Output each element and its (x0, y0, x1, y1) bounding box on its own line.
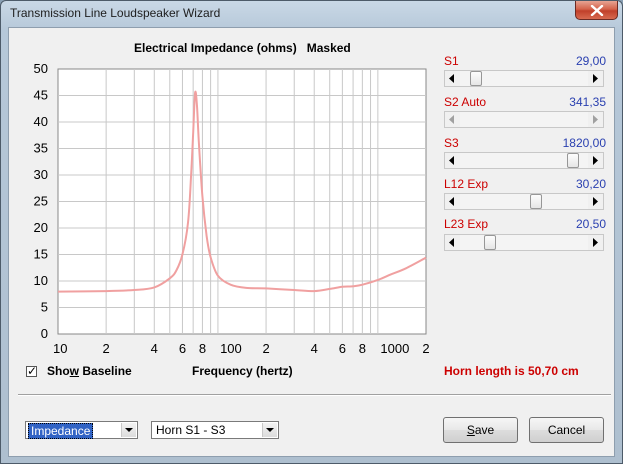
scroll-right-button[interactable] (588, 112, 603, 127)
cancel-button[interactable]: Cancel (529, 417, 604, 443)
scroll-left-button[interactable] (445, 71, 460, 86)
window-title: Transmission Line Loudspeaker Wizard (10, 6, 221, 20)
scroll-right-button[interactable] (588, 153, 603, 168)
arrow-right-icon (593, 74, 598, 83)
dialog-client-area: Electrical Impedance (ohms) Masked 0 5 10 1… (8, 27, 615, 457)
slider-s3[interactable] (444, 152, 604, 169)
title-bar[interactable]: Transmission Line Loudspeaker Wizard (1, 1, 622, 27)
slider-s2[interactable] (444, 111, 604, 128)
horn-select[interactable]: Horn S1 - S3 (151, 421, 279, 439)
param-label-l23: L23 Exp (444, 217, 489, 231)
show-baseline-label[interactable]: Show Baseline (47, 364, 132, 378)
view-select[interactable]: Impedance (25, 421, 138, 439)
x-tick-label: 100 (220, 341, 242, 356)
y-tick-label: 25 (34, 194, 48, 209)
slider-track[interactable] (460, 194, 588, 209)
y-tick-label: 40 (34, 114, 48, 129)
x-tick-label: 4 (311, 341, 318, 356)
x-tick-label: 1000 (380, 341, 409, 356)
slider-track[interactable] (460, 112, 588, 127)
separator-line (18, 394, 611, 396)
dropdown-button[interactable] (262, 423, 277, 437)
arrow-left-icon (449, 115, 454, 124)
impedance-chart: 0510152025303540455010 2 4 6 8 100 2 4 6 8 1000 2 (34, 61, 430, 356)
x-tick-label: 6 (179, 341, 186, 356)
x-tick-label: 8 (359, 341, 366, 356)
x-axis-label: Frequency (hertz) (192, 364, 293, 378)
param-value-s3: 1820,00 (562, 136, 606, 150)
close-button[interactable] (575, 1, 618, 20)
param-value-s1: 29,00 (575, 54, 606, 68)
horn-length-text: Horn length is 50,70 cm (444, 364, 579, 378)
y-tick-label: 30 (34, 167, 48, 182)
param-value-s2: 341,35 (569, 95, 606, 109)
arrow-right-icon (593, 115, 598, 124)
wizard-window: Transmission Line Loudspeaker Wizard Ele… (0, 0, 623, 464)
save-button[interactable]: Save (443, 417, 518, 443)
y-tick-label: 20 (34, 220, 48, 235)
slider-l12[interactable] (444, 193, 604, 210)
slider-l23[interactable] (444, 234, 604, 251)
x-tick-label: 6 (339, 341, 346, 356)
param-label-s2: S2 Auto (444, 95, 487, 109)
arrow-right-icon (593, 197, 598, 206)
x-tick-label: 2 (422, 341, 429, 356)
slider-thumb[interactable] (484, 235, 497, 250)
arrow-left-icon (449, 74, 454, 83)
checkmark-icon: ✓ (27, 364, 38, 378)
x-tick-label: 10 (53, 341, 67, 356)
scroll-right-button[interactable] (588, 71, 603, 86)
dropdown-button[interactable] (121, 423, 136, 437)
y-tick-label: 15 (34, 247, 48, 262)
param-value-l23: 20,50 (575, 217, 606, 231)
slider-thumb[interactable] (470, 71, 483, 86)
arrow-right-icon (593, 238, 598, 247)
slider-track[interactable] (460, 153, 588, 168)
chevron-down-icon (266, 428, 274, 432)
y-tick-label: 45 (34, 88, 48, 103)
arrow-left-icon (449, 197, 454, 206)
scroll-left-button[interactable] (445, 112, 460, 127)
arrow-left-icon (449, 156, 454, 165)
param-label-s1: S1 (444, 54, 459, 68)
show-baseline-checkbox[interactable]: ✓ (26, 364, 38, 378)
arrow-left-icon (449, 238, 454, 247)
scroll-left-button[interactable] (445, 194, 460, 209)
slider-thumb[interactable] (566, 153, 579, 168)
x-tick-label: 2 (103, 341, 110, 356)
horn-select-value: Horn S1 - S3 (156, 423, 226, 437)
y-tick-label: 0 (41, 326, 48, 341)
view-select-value: Impedance (28, 423, 94, 439)
scroll-left-button[interactable] (445, 153, 460, 168)
param-label-s3: S3 (444, 136, 459, 150)
slider-thumb[interactable] (529, 194, 542, 209)
x-tick-label: 2 (262, 341, 269, 356)
y-tick-label: 5 (41, 300, 48, 315)
scroll-right-button[interactable] (588, 235, 603, 250)
param-value-l12: 30,20 (575, 177, 606, 191)
close-icon (590, 5, 604, 16)
y-tick-label: 35 (34, 141, 48, 156)
slider-track[interactable] (460, 71, 588, 86)
x-tick-label: 4 (151, 341, 158, 356)
chevron-down-icon (125, 428, 133, 432)
y-tick-label: 10 (34, 273, 48, 288)
x-tick-label: 8 (199, 341, 206, 356)
y-tick-label: 50 (34, 61, 48, 76)
scroll-right-button[interactable] (588, 194, 603, 209)
param-label-l12: L12 Exp (444, 177, 489, 191)
arrow-right-icon (593, 156, 598, 165)
slider-track[interactable] (460, 235, 588, 250)
slider-s1[interactable] (444, 70, 604, 87)
scroll-left-button[interactable] (445, 235, 460, 250)
